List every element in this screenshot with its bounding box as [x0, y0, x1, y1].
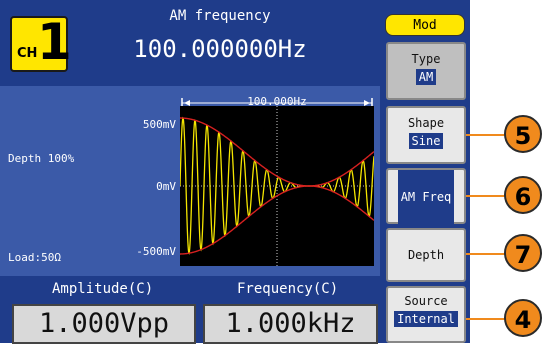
softkey-shape-label: Shape [407, 116, 445, 130]
callout-leader-6 [466, 195, 506, 197]
amplitude-label: Amplitude(C) [52, 281, 154, 297]
channel-label: CH [17, 46, 38, 61]
softkey-type-option: AM [415, 69, 437, 85]
softkey-type[interactable]: Type AM [386, 42, 466, 100]
waveform-display [180, 106, 374, 266]
callout-4: 4 [504, 299, 542, 337]
softkey-am-freq[interactable]: AM Freq [386, 168, 466, 224]
parameter-value[interactable]: 100.000000Hz [90, 35, 350, 63]
channel-badge[interactable]: CH 1 [10, 14, 72, 72]
callout-7: 7 [504, 234, 542, 272]
softkey-shape-option: Sine [408, 133, 444, 149]
y-axis-top-label: 500mV [142, 118, 176, 131]
depth-readout: Depth 100% [8, 152, 75, 165]
callout-leader-4 [466, 318, 506, 320]
load-readout: Load:50Ω [8, 251, 61, 264]
softkey-type-label: Type [411, 52, 441, 66]
softkey-source-label: Source [404, 294, 448, 308]
callout-5: 5 [504, 115, 542, 153]
y-axis-bottom-label: -500mV [136, 245, 176, 258]
softkey-depth[interactable]: Depth [386, 228, 466, 282]
menu-title: Mod [385, 14, 465, 36]
softkey-am-freq-label: AM Freq [397, 170, 455, 224]
channel-number: 1 [37, 13, 72, 71]
y-axis-mid-label: 0mV [156, 180, 176, 193]
callout-leader-7 [466, 253, 506, 255]
parameter-title: AM frequency [169, 8, 271, 24]
callout-6: 6 [504, 176, 542, 214]
frequency-label: Frequency(C) [237, 281, 339, 297]
softkey-depth-label: Depth [407, 248, 445, 262]
softkey-source[interactable]: Source Internal [386, 286, 466, 343]
softkey-shape[interactable]: Shape Sine [386, 106, 466, 164]
softkey-source-option: Internal [394, 311, 458, 327]
callout-leader-5 [466, 134, 506, 136]
amplitude-value[interactable]: 1.000Vpp [12, 304, 196, 344]
frequency-value[interactable]: 1.000kHz [203, 304, 378, 344]
